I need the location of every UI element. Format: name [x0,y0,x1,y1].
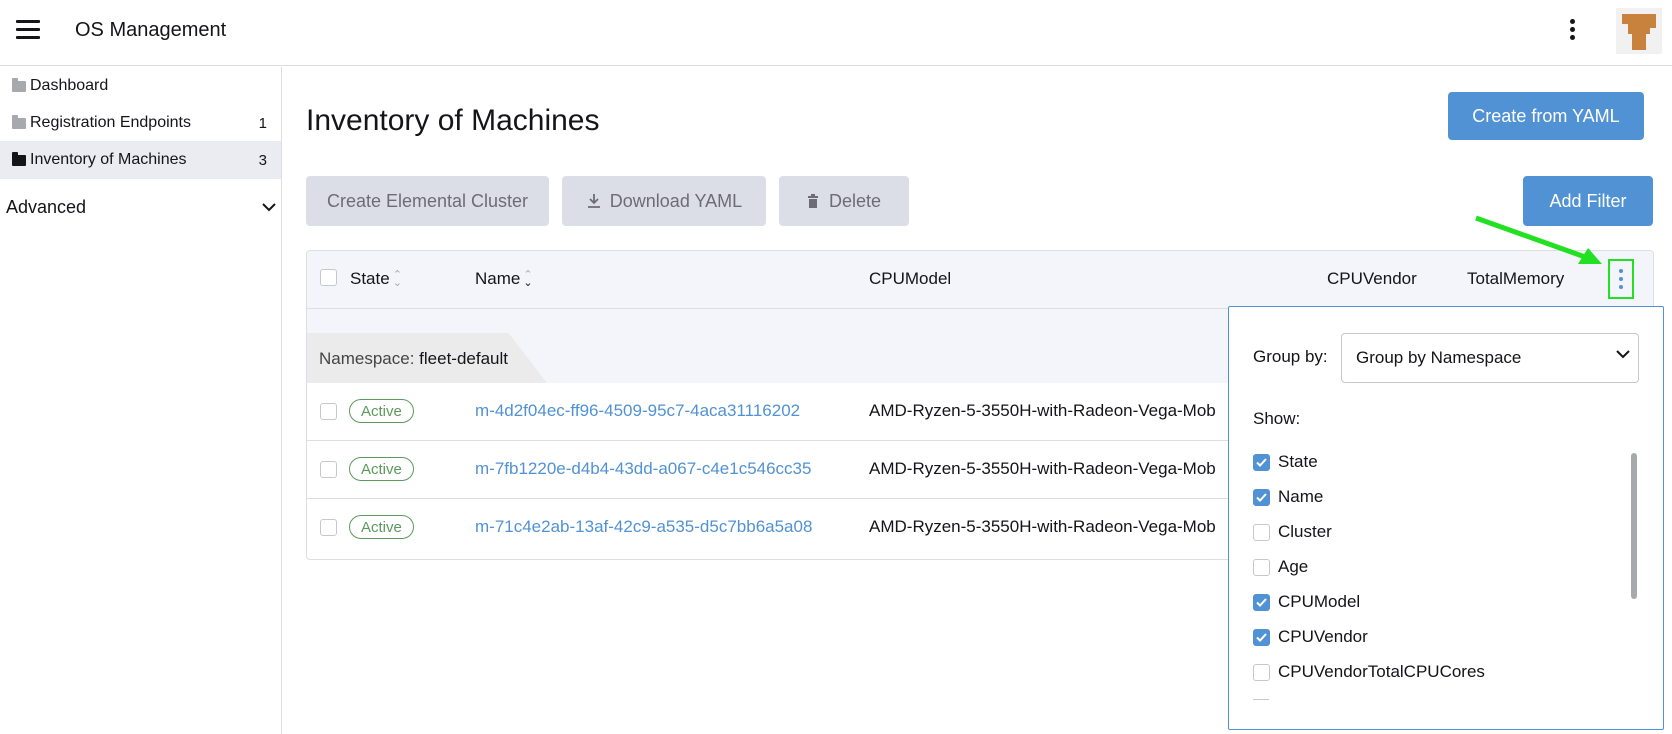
column-toggle-label: Name [1278,487,1324,506]
show-label: Show: [1253,409,1301,428]
column-header-label: Name [475,269,521,288]
checkbox-unchecked-icon [1253,523,1270,541]
column-options-panel: Group by: Group by Namespace Show: State… [1228,306,1664,730]
checkbox-checked-icon [1253,628,1270,646]
create-elemental-cluster-button[interactable]: Create Elemental Cluster [306,176,549,226]
avatar[interactable] [1616,8,1662,54]
group-value: fleet-default [419,349,509,368]
group-by-label: Group by: [1253,347,1328,366]
checkbox-unchecked-icon [1253,663,1270,681]
checkbox-checked-icon [1253,488,1270,506]
cpu-model-cell: AMD-Ryzen-5-3550H-with-Radeon-Vega-Mob [869,517,1216,536]
sidebar-item-inventory-of-machines[interactable]: Inventory of Machines 3 [0,141,281,179]
column-toggle-label: Age [1278,557,1309,576]
sidebar-group-label: Advanced [6,196,87,217]
column-toggle-label: CPUModel [1278,592,1361,611]
select-all-checkbox[interactable] [320,269,337,286]
sidebar-item-label: Registration Endpoints [30,114,191,131]
status-badge: Active [349,515,414,539]
cpu-model-cell: AMD-Ryzen-5-3550H-with-Radeon-Vega-Mob [869,459,1216,478]
checkbox-unchecked-icon [1253,558,1270,576]
sidebar-item-count: 3 [258,151,267,169]
column-options-button[interactable] [1608,259,1634,299]
list-overflow-edge [1253,699,1269,703]
chevron-down-icon [1616,350,1630,359]
group-by-value: Group by Namespace [1356,348,1522,367]
options-scrollbar[interactable] [1631,453,1637,599]
row-checkbox[interactable] [320,461,337,478]
column-toggle-label: Cluster [1278,522,1332,541]
row-checkbox[interactable] [320,403,337,420]
table-header: State ⌃ ⌄ Name ⌃ ⌄ CPUModel CPUVendor Tota… [307,251,1653,309]
column-header-cpumodel[interactable]: CPUModel [869,269,951,289]
folder-icon [12,114,26,129]
column-toggle-label: CPUVendor [1278,627,1368,646]
column-header-state[interactable]: State ⌃ ⌄ [350,269,402,289]
column-header-totalmemory[interactable]: TotalMemory [1467,269,1564,289]
add-filter-button[interactable]: Add Filter [1523,176,1653,226]
page-title: Inventory of Machines [306,104,600,137]
checkbox-checked-icon [1253,593,1270,611]
hamburger-menu-icon[interactable] [16,20,40,40]
column-toggle-cpuvendor[interactable]: CPUVendor [1253,625,1368,649]
delete-button[interactable]: Delete [779,176,909,226]
create-from-yaml-button[interactable]: Create from YAML [1448,92,1644,140]
sidebar-item-label: Inventory of Machines [30,151,187,168]
column-toggle-cpumodel[interactable]: CPUModel [1253,590,1360,614]
column-toggle-name[interactable]: Name [1253,485,1323,509]
cpu-model-cell: AMD-Ryzen-5-3550H-with-Radeon-Vega-Mob [869,401,1216,420]
group-label: Namespace: fleet-default [319,349,508,369]
column-toggle-label: State [1278,452,1318,471]
column-header-label: State [350,269,390,288]
machine-name-link[interactable]: m-71c4e2ab-13af-42c9-a535-d5c7bb6a5a08 [475,517,812,537]
checkbox-checked-icon [1253,453,1270,471]
trash-icon [807,194,818,208]
column-toggle-label: CPUVendorTotalCPUCores [1278,662,1485,681]
group-key: Namespace: [319,349,415,368]
column-header-cpuvendor[interactable]: CPUVendor [1327,269,1417,289]
sidebar-group-advanced[interactable]: Advanced [6,189,276,225]
column-toggle-age[interactable]: Age [1253,555,1308,579]
machine-name-link[interactable]: m-7fb1220e-d4b4-43dd-a067-c4e1c546cc35 [475,459,811,479]
sort-icon: ⌃ ⌄ [523,269,533,289]
chevron-down-icon [262,202,276,211]
column-toggle-cpuvendortotalcpucores[interactable]: CPUVendorTotalCPUCores [1253,660,1485,684]
download-yaml-button[interactable]: Download YAML [562,176,766,226]
group-by-select[interactable]: Group by Namespace [1341,333,1639,383]
delete-label: Delete [828,190,882,211]
download-yaml-label: Download YAML [609,190,743,211]
top-bar: OS Management [0,0,1672,66]
folder-icon [12,77,26,92]
status-badge: Active [349,399,414,423]
row-checkbox[interactable] [320,519,337,536]
machine-name-link[interactable]: m-4d2f04ec-ff96-4509-95c7-4aca31116202 [475,401,800,421]
sidebar-item-dashboard[interactable]: Dashboard [0,67,281,105]
more-options-icon[interactable] [1564,16,1580,46]
column-toggle-state[interactable]: State [1253,450,1318,474]
sort-icon: ⌃ ⌄ [392,269,402,289]
folder-icon [12,151,26,166]
column-header-name[interactable]: Name ⌃ ⌄ [475,269,533,289]
sidebar: Dashboard Registration Endpoints 1 Inven… [0,67,282,734]
download-icon [587,194,600,208]
app-title: OS Management [75,19,227,41]
sidebar-item-registration-endpoints[interactable]: Registration Endpoints 1 [0,104,281,142]
sidebar-item-count: 1 [258,114,267,132]
status-badge: Active [349,457,414,481]
column-toggle-cluster[interactable]: Cluster [1253,520,1332,544]
sidebar-item-label: Dashboard [30,77,109,94]
avatar-icon [1622,14,1656,50]
